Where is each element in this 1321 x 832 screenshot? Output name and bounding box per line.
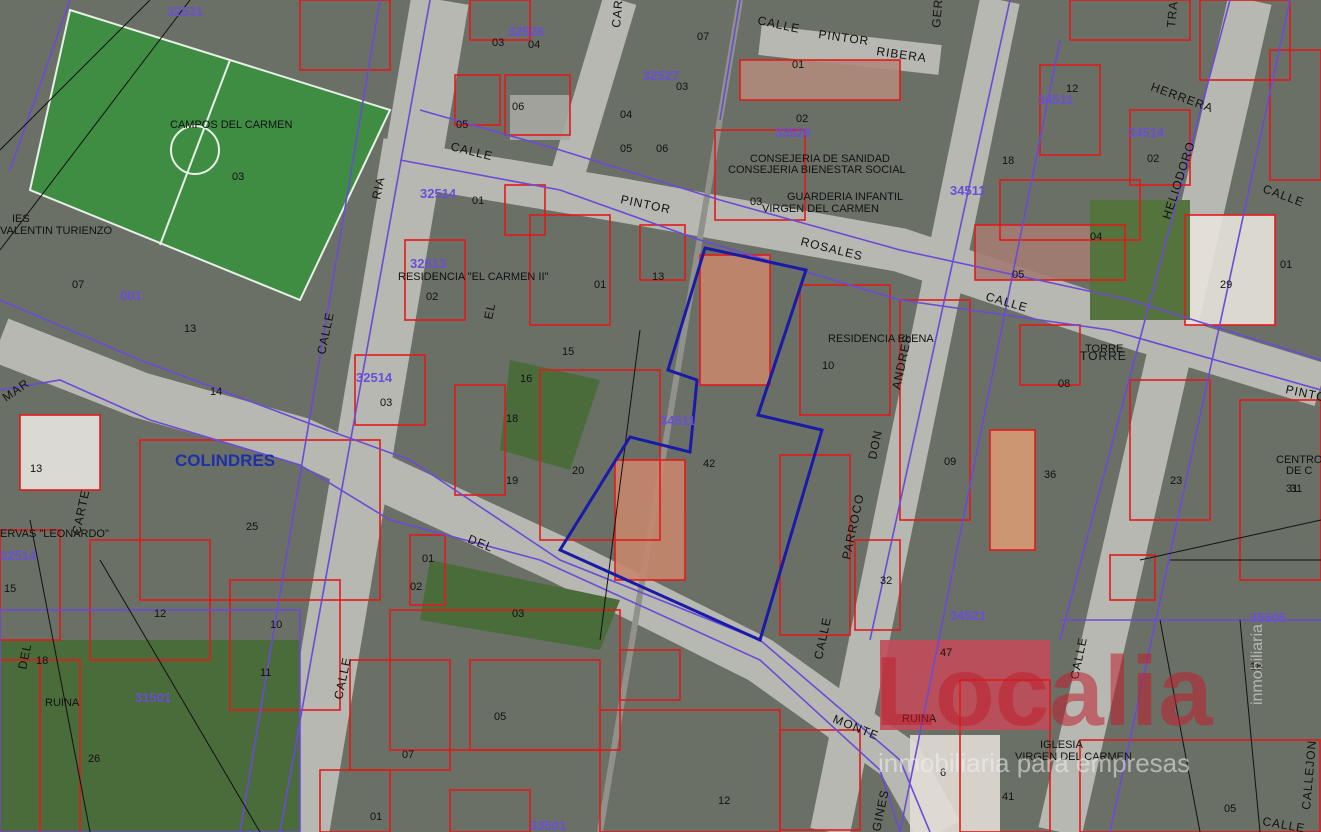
place-ruina-2: RUINA (45, 697, 80, 709)
parcel-number: 14 (210, 386, 222, 398)
parcel-number: 04 (528, 39, 540, 51)
parcel-number: 41 (1002, 791, 1014, 803)
parcel-number: 15 (4, 583, 16, 595)
cadastral-map[interactable]: CAMPOS DEL CARMEN IES VALENTIN TURIENZO … (0, 0, 1321, 832)
zone-code: 32531 (167, 4, 203, 19)
parcel-number: 12 (718, 795, 730, 807)
parcel-number: 13 (184, 323, 196, 335)
place-centro-2: DE C (1286, 465, 1312, 477)
parcel-number: 02 (410, 581, 422, 593)
parcel-number-selected: 42 (703, 458, 715, 470)
zone-code: 32526 (508, 24, 544, 39)
watermark-slogan: inmobiliaria para empresas (878, 748, 1190, 778)
town-label: COLINDRES (175, 451, 275, 470)
parcel-number: 01 (792, 59, 804, 71)
parcel-number: 01 (1280, 259, 1292, 271)
parcel-number: 20 (572, 465, 584, 477)
place-ies: IES (12, 213, 30, 225)
zone-code: 33501 (530, 818, 566, 832)
parcel-number: 15 (562, 346, 574, 358)
zone-code: 35505 (1250, 610, 1286, 625)
parcel-number: 03 (380, 397, 392, 409)
parcel-number: 05 (456, 119, 468, 131)
parcel-number: 04 (1090, 231, 1102, 243)
parcel-number: 10 (270, 619, 282, 631)
parcel-number: 05 (494, 711, 506, 723)
parcel-number: 01 (594, 279, 606, 291)
parcel-number: 07 (72, 279, 84, 291)
parcel-number: 31 (1286, 483, 1298, 495)
zone-code: 34511 (660, 413, 695, 428)
parcel-number: 03 (750, 196, 762, 208)
zone-code: 32514 (356, 370, 393, 385)
parcel-number: 10 (822, 360, 834, 372)
parcel-number: 18 (506, 413, 518, 425)
zone-code: 31501 (135, 690, 171, 705)
zone-code: 34521 (950, 608, 986, 623)
parcel-number: 02 (1147, 153, 1159, 165)
place-guarderia: GUARDERIA INFANTIL (787, 191, 903, 203)
parcel-number: 07 (697, 31, 709, 43)
parcel-number: 02 (426, 291, 438, 303)
parcel-number: 05 (1224, 803, 1236, 815)
street-label: TORRE (1080, 349, 1127, 363)
parcel-number: 03 (512, 608, 524, 620)
parcel-number: 18 (36, 655, 48, 667)
parcel-number: 04 (620, 109, 632, 121)
place-ies-name: VALENTIN TURIENZO (0, 225, 112, 237)
parcel-number: 03 (232, 171, 244, 183)
parcel-number: 13 (652, 271, 664, 283)
parcel-number: 06 (656, 143, 668, 155)
parcel-number: 26 (88, 753, 100, 765)
parcel-number: 06 (512, 101, 524, 113)
zone-code: 34511 (950, 183, 985, 198)
parcel-number: 11 (260, 667, 271, 679)
parcel-number: 05 (620, 143, 632, 155)
parcel-number: 09 (944, 456, 956, 468)
place-residencia-carmen: RESIDENCIA "EL CARMEN II" (398, 271, 549, 283)
zone-code: 32527 (643, 68, 679, 83)
zone-code: 001 (120, 288, 142, 303)
place-consejeria-2: CONSEJERIA BIENESTAR SOCIAL (728, 164, 906, 176)
parcel-number: 23 (1170, 475, 1182, 487)
zone-code: 32514 (0, 548, 37, 563)
zone-code: 32514 (420, 186, 457, 201)
parcel-number: 29 (1220, 279, 1232, 291)
parcel-number: 36 (1044, 469, 1056, 481)
place-campos: CAMPOS DEL CARMEN (170, 119, 293, 131)
parcel-number: 12 (154, 608, 166, 620)
zone-code: 33526 (775, 125, 811, 140)
parcel-number: 32 (880, 575, 892, 587)
parcel-number: 19 (506, 475, 518, 487)
parcel-number: 18 (1002, 155, 1014, 167)
parcel-number: 02 (796, 113, 808, 125)
parcel-number: 07 (402, 749, 414, 761)
watermark-brand: Localia (875, 636, 1214, 746)
parcel-number: 25 (246, 521, 258, 533)
place-residencia-elena: RESIDENCIA ELENA (828, 333, 934, 345)
watermark-tag: inmobiliaria (1249, 624, 1266, 705)
zone-code: 34514 (1128, 125, 1165, 140)
parcel-number: 01 (370, 811, 382, 823)
street-label: CAR (609, 0, 625, 28)
parcel-number: 01 (472, 195, 484, 207)
parcel-number: 05 (1012, 269, 1024, 281)
street-label: GER (929, 0, 945, 28)
parcel-number: 13 (30, 463, 42, 475)
place-guarderia-2: VIRGEN DEL CARMEN (762, 203, 879, 215)
parcel-number: 16 (520, 373, 532, 385)
place-conservas: ERVAS "LEONARDO" (0, 528, 109, 540)
map-canvas: CAMPOS DEL CARMEN IES VALENTIN TURIENZO … (0, 0, 1321, 832)
street-label: TRA (1164, 0, 1180, 28)
zone-code: 32513 (410, 256, 446, 271)
parcel-number: 03 (492, 37, 504, 49)
parcel-number: 03 (676, 81, 688, 93)
